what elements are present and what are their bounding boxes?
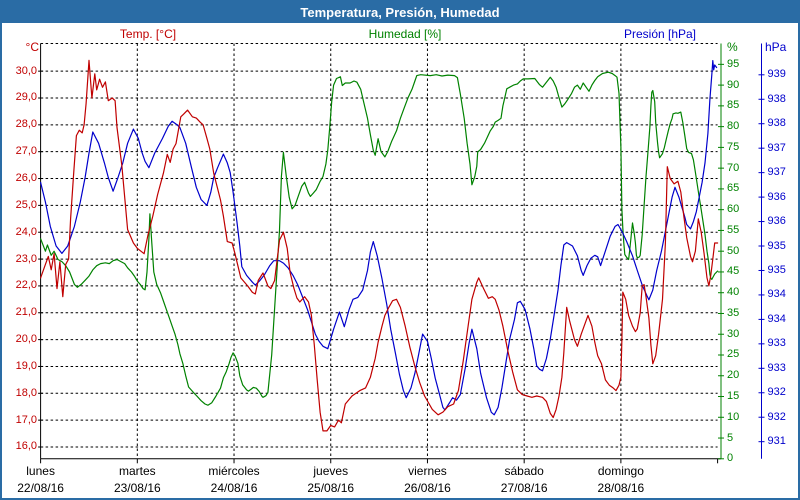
humidity-tick-label: 75 (727, 141, 739, 154)
x-axis-day-date: 27/08/16 (476, 481, 572, 495)
x-axis-day-date: 22/08/16 (0, 481, 89, 495)
humidity-tick-label: 50 (727, 245, 739, 258)
humidity-tick-label: 70 (727, 162, 739, 175)
series-pressure (41, 61, 717, 415)
pressure-tick-label: 937 (768, 142, 786, 155)
x-axis-day-date: 26/08/16 (379, 481, 475, 495)
x-axis-day-name: sábado (476, 464, 572, 478)
chart-plot-area (2, 2, 798, 498)
humidity-tick-label: 30 (727, 328, 739, 341)
humidity-tick-label: 85 (727, 99, 739, 112)
temp-tick-label: 24,0 (4, 226, 37, 239)
humidity-tick-label: 25 (727, 348, 739, 361)
pressure-tick-label: 934 (768, 313, 786, 326)
pressure-tick-label: 932 (768, 411, 786, 424)
pressure-tick-label: 935 (768, 240, 786, 253)
x-axis-day-name: domingo (573, 464, 669, 478)
pressure-tick-label: 938 (768, 117, 786, 130)
pressure-tick-label: 934 (768, 288, 786, 301)
pressure-tick-label: 937 (768, 166, 786, 179)
app-window: Temperatura, Presión, Humedad Temp. [°C]… (0, 0, 800, 500)
temp-tick-label: 27,0 (4, 145, 37, 158)
x-axis-day-date: 25/08/16 (283, 481, 379, 495)
humidity-tick-label: 95 (727, 58, 739, 71)
pressure-tick-label: 933 (768, 337, 786, 350)
pressure-tick-label: 936 (768, 215, 786, 228)
temp-tick-label: 20,0 (4, 333, 37, 346)
x-axis-day-name: martes (89, 464, 185, 478)
x-axis-day-name: lunes (0, 464, 89, 478)
temp-tick-label: 25,0 (4, 199, 37, 212)
humidity-tick-label: 20 (727, 369, 739, 382)
pressure-tick-label: 938 (768, 93, 786, 106)
humidity-tick-label: 60 (727, 203, 739, 216)
pressure-tick-label: 933 (768, 362, 786, 375)
x-axis-day-name: viernes (379, 464, 475, 478)
temp-tick-label: 28,0 (4, 118, 37, 131)
humidity-tick-label: 10 (727, 411, 739, 424)
temp-tick-label: 29,0 (4, 91, 37, 104)
pressure-tick-label: 932 (768, 386, 786, 399)
humidity-tick-label: 55 (727, 224, 739, 237)
temp-tick-label: 21,0 (4, 306, 37, 319)
temp-tick-label: 22,0 (4, 279, 37, 292)
humidity-tick-label: 90 (727, 79, 739, 92)
x-axis-day-date: 28/08/16 (573, 481, 669, 495)
pressure-tick-label: 935 (768, 264, 786, 277)
series-humidity (41, 72, 718, 405)
temp-tick-label: 17,0 (4, 414, 37, 427)
series-temp (41, 60, 718, 431)
temp-tick-label: 19,0 (4, 360, 37, 373)
pressure-tick-label: 936 (768, 191, 786, 204)
temp-tick-label: 23,0 (4, 253, 37, 266)
temp-tick-label: 16,0 (4, 440, 37, 453)
humidity-tick-label: 5 (727, 432, 733, 445)
x-axis-day-date: 23/08/16 (89, 481, 185, 495)
humidity-tick-label: 40 (727, 286, 739, 299)
x-axis-day-name: miércoles (186, 464, 282, 478)
temp-tick-label: 30,0 (4, 65, 37, 78)
humidity-tick-label: 0 (727, 452, 733, 465)
humidity-tick-label: 35 (727, 307, 739, 320)
x-axis-day-name: jueves (283, 464, 379, 478)
humidity-tick-label: 65 (727, 182, 739, 195)
x-axis-day-date: 24/08/16 (186, 481, 282, 495)
humidity-tick-label: 80 (727, 120, 739, 133)
humidity-tick-label: 45 (727, 265, 739, 278)
pressure-tick-label: 939 (768, 68, 786, 81)
humidity-tick-label: 15 (727, 390, 739, 403)
temp-tick-label: 26,0 (4, 172, 37, 185)
pressure-tick-label: 931 (768, 435, 786, 448)
temp-tick-label: 18,0 (4, 387, 37, 400)
